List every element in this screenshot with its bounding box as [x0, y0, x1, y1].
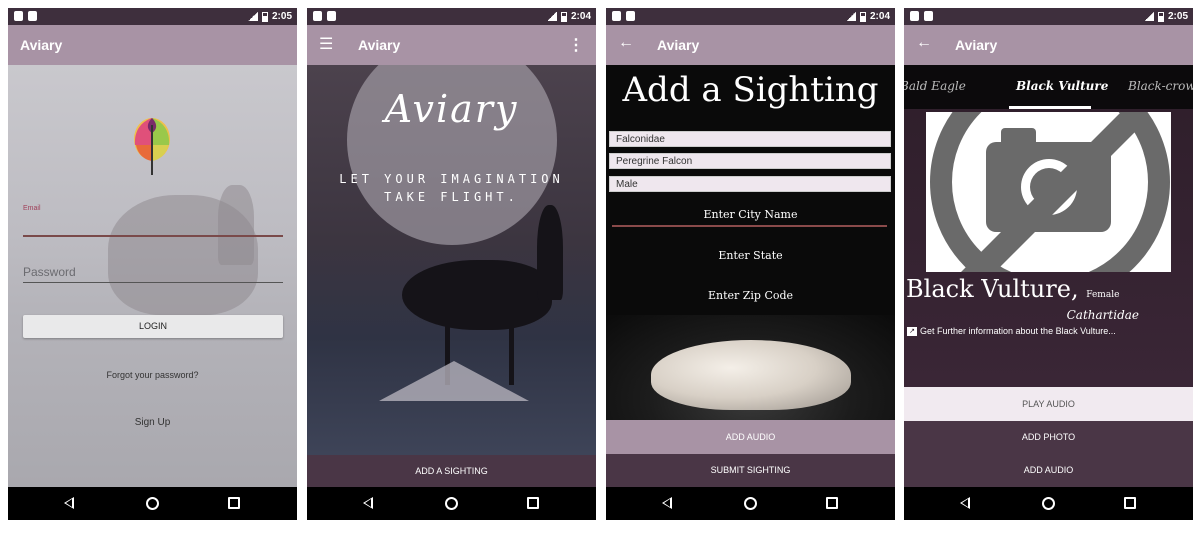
- home-icon[interactable]: [744, 497, 757, 510]
- android-icon: [327, 11, 336, 21]
- menu-icon[interactable]: ☰: [319, 34, 333, 54]
- bird-family: Cathartidae: [1066, 308, 1139, 322]
- no-photo-placeholder: [926, 112, 1171, 272]
- status-bar: 2:04: [307, 8, 596, 25]
- app-title: Aviary: [657, 37, 700, 53]
- back-icon[interactable]: [662, 497, 672, 509]
- tab-bald-eagle[interactable]: Bald Eagle: [904, 79, 966, 93]
- overflow-menu-icon[interactable]: ⋮: [568, 35, 584, 55]
- notification-icon: [612, 11, 621, 21]
- email-label: Email: [23, 205, 41, 212]
- tagline-line-1: LET YOUR IMAGINATION: [339, 172, 564, 186]
- bird-name: Black Vulture, Female: [906, 275, 1120, 303]
- nav-bar: [8, 487, 297, 520]
- splash-logo-text: Aviary: [384, 87, 519, 131]
- submit-sighting-button[interactable]: SUBMIT SIGHTING: [606, 454, 895, 487]
- info-link[interactable]: ↗ Get Further information about the Blac…: [907, 326, 1116, 336]
- battery-icon: [1157, 11, 1164, 22]
- signal-icon: [546, 12, 557, 21]
- decorative-triangle: [379, 361, 529, 401]
- splash-screen: 2:04 ☰ Aviary ⋮ Aviary LET YOUR IMAGINAT…: [307, 8, 596, 520]
- home-icon[interactable]: [146, 497, 159, 510]
- password-field[interactable]: Password: [23, 265, 76, 279]
- tab-indicator: [1009, 106, 1091, 109]
- status-bar: 2:05: [904, 8, 1193, 25]
- app-bar: Aviary: [8, 25, 297, 65]
- app-title: Aviary: [955, 37, 998, 53]
- external-link-icon: ↗: [907, 326, 917, 336]
- app-bar: ← Aviary: [904, 25, 1193, 65]
- password-underline: [23, 282, 283, 283]
- status-time: 2:05: [271, 11, 292, 22]
- back-icon[interactable]: [363, 497, 373, 509]
- form-heading: Add a Sighting: [622, 70, 879, 110]
- status-time: 2:04: [570, 11, 591, 22]
- home-icon[interactable]: [445, 497, 458, 510]
- nav-bar: [904, 487, 1193, 520]
- login-screen: 2:05 Aviary Email Password LOGIN Forgot …: [8, 8, 297, 520]
- status-time: 2:05: [1167, 11, 1188, 22]
- tab-black-vulture[interactable]: Black Vulture: [1016, 79, 1108, 93]
- recents-icon[interactable]: [1124, 497, 1136, 509]
- bird-detail: Bald Eagle Black Vulture Black-crowned B…: [904, 65, 1193, 387]
- forgot-password-link[interactable]: Forgot your password?: [8, 370, 297, 380]
- battery-icon: [560, 11, 567, 22]
- add-sighting-button[interactable]: ADD A SIGHTING: [307, 455, 596, 487]
- add-photo-button[interactable]: ADD PHOTO: [904, 421, 1193, 454]
- signal-icon: [1143, 12, 1154, 21]
- home-icon[interactable]: [1042, 497, 1055, 510]
- signal-icon: [845, 12, 856, 21]
- sign-up-link[interactable]: Sign Up: [8, 417, 297, 428]
- city-underline: [612, 225, 887, 227]
- add-audio-button[interactable]: ADD AUDIO: [904, 454, 1193, 487]
- nav-bar: [606, 487, 895, 520]
- zip-input[interactable]: Enter Zip Code: [606, 289, 895, 302]
- app-bar: ← Aviary: [606, 25, 895, 65]
- status-bar: 2:04: [606, 8, 895, 25]
- add-audio-button[interactable]: ADD AUDIO: [606, 420, 895, 454]
- city-input[interactable]: Enter City Name: [606, 208, 895, 221]
- signal-icon: [247, 12, 258, 21]
- recents-icon[interactable]: [826, 497, 838, 509]
- back-icon[interactable]: [960, 497, 970, 509]
- battery-icon: [859, 11, 866, 22]
- back-arrow-icon[interactable]: ←: [618, 34, 634, 52]
- info-link-text: Get Further information about the Black …: [920, 326, 1116, 336]
- aviary-logo: [134, 118, 170, 175]
- app-bar: ☰ Aviary ⋮: [307, 25, 596, 65]
- notification-icon: [313, 11, 322, 21]
- recents-icon[interactable]: [527, 497, 539, 509]
- sex-field[interactable]: Male: [609, 176, 891, 192]
- email-field[interactable]: [23, 235, 283, 237]
- back-icon[interactable]: [64, 497, 74, 509]
- nav-bar: [307, 487, 596, 520]
- notification-icon: [14, 11, 23, 21]
- bird-sex: Female: [1086, 290, 1120, 300]
- notification-icon: [910, 11, 919, 21]
- battery-icon: [261, 11, 268, 22]
- android-icon: [924, 11, 933, 21]
- app-title: Aviary: [20, 37, 63, 53]
- status-time: 2:04: [869, 11, 890, 22]
- bird-detail-screen: 2:05 ← Aviary Bald Eagle Black Vulture B…: [904, 8, 1193, 520]
- add-sighting-screen: 2:04 ← Aviary Add a Sighting Falconidae …: [606, 8, 895, 520]
- status-bar: 2:05: [8, 8, 297, 25]
- swan-silhouette: [402, 260, 552, 330]
- species-field[interactable]: Peregrine Falcon: [609, 153, 891, 169]
- swan-image: [651, 340, 851, 410]
- app-title: Aviary: [358, 37, 401, 53]
- tagline-line-2: TAKE FLIGHT.: [384, 190, 519, 204]
- sighting-form: Add a Sighting Falconidae Peregrine Falc…: [606, 65, 895, 420]
- recents-icon[interactable]: [228, 497, 240, 509]
- play-audio-button[interactable]: PLAY AUDIO: [904, 387, 1193, 421]
- login-form: Email Password LOGIN Forgot your passwor…: [8, 65, 297, 487]
- login-button[interactable]: LOGIN: [23, 315, 283, 338]
- back-arrow-icon[interactable]: ←: [916, 34, 932, 52]
- family-field[interactable]: Falconidae: [609, 131, 891, 147]
- android-icon: [626, 11, 635, 21]
- species-tabs: Bald Eagle Black Vulture Black-crowned: [904, 65, 1193, 109]
- tab-black-crowned[interactable]: Black-crowned: [1128, 79, 1193, 93]
- state-input[interactable]: Enter State: [606, 249, 895, 262]
- android-icon: [28, 11, 37, 21]
